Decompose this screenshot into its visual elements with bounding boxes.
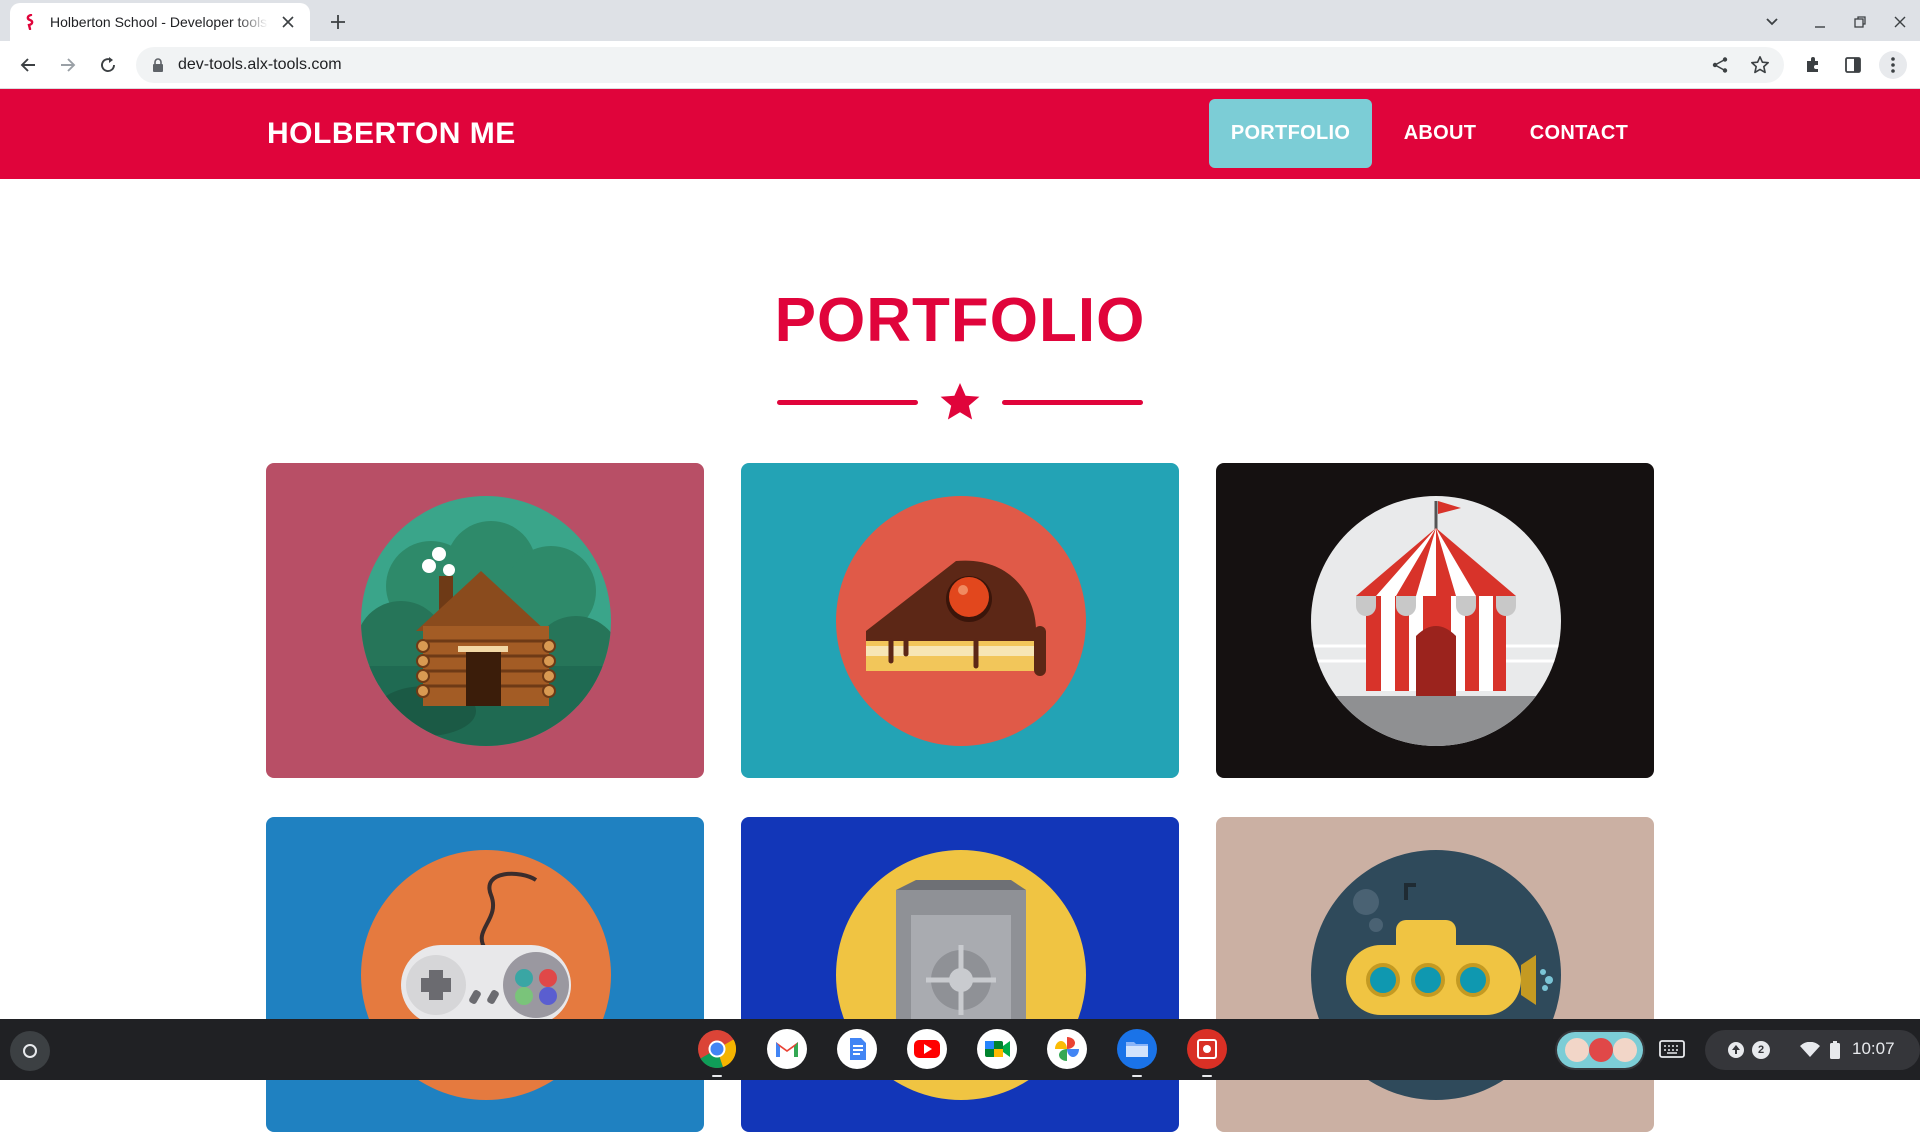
chrome-app-icon[interactable]	[695, 1027, 739, 1077]
cabin-icon	[361, 496, 611, 746]
youtube-app-icon[interactable]	[905, 1027, 949, 1071]
reload-icon[interactable]	[94, 51, 122, 79]
files-app-icon[interactable]	[1115, 1027, 1159, 1077]
holberton-favicon-icon	[22, 14, 38, 30]
menu-kebab-icon[interactable]	[1879, 51, 1907, 79]
forward-icon[interactable]	[54, 51, 82, 79]
browser-tab[interactable]: Holberton School - Developer tools	[10, 3, 310, 41]
back-icon[interactable]	[14, 51, 42, 79]
phone-hub-icon	[1557, 1032, 1643, 1068]
divider-line-left	[777, 400, 918, 405]
tab-strip: Holberton School - Developer tools	[0, 0, 1920, 41]
side-panel-icon[interactable]	[1839, 51, 1867, 79]
portfolio-card-submarine[interactable]	[1216, 817, 1654, 1132]
wifi-icon	[1800, 1041, 1820, 1063]
upload-icon	[1727, 1041, 1745, 1064]
browser-toolbar: dev-tools.alx-tools.com	[0, 41, 1920, 89]
nav-about[interactable]: ABOUT	[1390, 99, 1490, 168]
star-divider	[777, 383, 1143, 420]
url-text[interactable]: dev-tools.alx-tools.com	[178, 56, 342, 74]
portfolio-card-cabin[interactable]	[266, 463, 704, 778]
notification-count-badge: 2	[1752, 1041, 1770, 1059]
meet-app-icon[interactable]	[975, 1027, 1019, 1071]
portfolio-card-game-controller[interactable]	[266, 817, 704, 1132]
star-icon	[940, 383, 980, 420]
nav-contact[interactable]: CONTACT	[1514, 99, 1644, 168]
gmail-app-icon[interactable]	[765, 1027, 809, 1071]
circus-tent-icon	[1311, 496, 1561, 746]
clock-time[interactable]: 10:07	[1852, 1039, 1895, 1059]
phone-hub-pill[interactable]	[1555, 1030, 1645, 1070]
chromeos-shelf: 2	[0, 1019, 1920, 1080]
share-icon[interactable]	[1708, 53, 1732, 77]
screencast-app-icon[interactable]	[1185, 1027, 1229, 1077]
restore-icon[interactable]	[1848, 10, 1872, 34]
portfolio-heading: PORTFOLIO	[774, 286, 1146, 355]
close-window-icon[interactable]	[1888, 10, 1912, 34]
docs-app-icon[interactable]	[835, 1027, 879, 1071]
address-bar[interactable]: dev-tools.alx-tools.com	[136, 47, 1784, 83]
portfolio-card-cake[interactable]	[741, 463, 1179, 778]
minimize-icon[interactable]	[1808, 10, 1832, 34]
extensions-icon[interactable]	[1799, 51, 1827, 79]
divider-line-right	[1002, 400, 1143, 405]
site-navbar: HOLBERTON ME PORTFOLIO ABOUT CONTACT	[0, 89, 1920, 179]
keyboard-icon[interactable]	[1658, 1035, 1686, 1063]
photos-app-icon[interactable]	[1045, 1027, 1089, 1071]
bookmark-star-icon[interactable]	[1748, 53, 1772, 77]
launcher-icon[interactable]	[10, 1031, 50, 1071]
battery-icon	[1830, 1041, 1840, 1064]
lock-icon[interactable]	[150, 57, 166, 73]
nav-portfolio[interactable]: PORTFOLIO	[1209, 99, 1372, 168]
site-brand[interactable]: HOLBERTON ME	[267, 117, 516, 151]
tab-search-icon[interactable]	[1760, 10, 1784, 34]
new-tab-icon[interactable]	[326, 10, 350, 34]
portfolio-card-safe[interactable]	[741, 817, 1179, 1132]
tab-close-icon[interactable]	[278, 12, 298, 32]
cake-icon	[836, 496, 1086, 746]
portfolio-card-circus[interactable]	[1216, 463, 1654, 778]
tab-title: Holberton School - Developer tools	[50, 14, 268, 30]
